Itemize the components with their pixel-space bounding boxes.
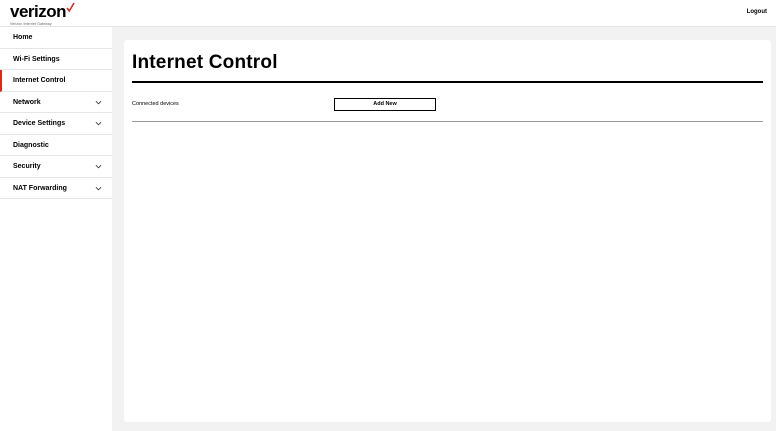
sidebar-item-label: NAT Forwarding [13, 184, 67, 192]
main-panel: Internet Control Connected devices Add N… [124, 40, 771, 422]
sidebar-item-nat-forwarding[interactable]: NAT Forwarding [0, 178, 112, 199]
sidebar-item-home[interactable]: Home [0, 27, 112, 49]
connected-devices-label: Connected devices [132, 101, 179, 107]
sidebar-nav: Home Wi-Fi Settings Internet Control Net… [0, 27, 112, 431]
logo-subtitle: Verizon Internet Gateway [10, 22, 52, 26]
sidebar-item-label: Device Settings [13, 120, 66, 127]
sidebar-item-label: Security [13, 163, 41, 170]
top-header: verizon Verizon Internet Gateway Logout [0, 0, 776, 27]
logo-wordmark: verizon [10, 2, 67, 21]
sidebar-item-internet-control[interactable]: Internet Control [0, 70, 112, 92]
chevron-down-icon [95, 164, 102, 169]
sidebar-item-diagnostic[interactable]: Diagnostic [0, 135, 112, 156]
checkmark-icon [66, 2, 75, 13]
sidebar-item-device-settings[interactable]: Device Settings [0, 113, 112, 135]
sidebar-item-label: Home [13, 34, 33, 41]
sidebar-item-security[interactable]: Security [0, 156, 112, 178]
verizon-logo[interactable]: verizon Verizon Internet Gateway [10, 2, 75, 26]
sidebar-item-label: Wi-Fi Settings [13, 55, 60, 63]
sidebar-item-wifi-settings[interactable]: Wi-Fi Settings [0, 49, 112, 70]
sidebar-item-label: Diagnostic [13, 141, 49, 149]
chevron-down-icon [95, 100, 102, 104]
chevron-down-icon [95, 186, 102, 190]
chevron-down-icon [95, 121, 102, 126]
sidebar-item-network[interactable]: Network [0, 92, 112, 113]
title-divider [132, 81, 763, 83]
logout-link[interactable]: Logout [747, 9, 767, 15]
sidebar-item-label: Network [13, 98, 41, 106]
add-new-button[interactable]: Add New [334, 98, 436, 111]
row-divider [132, 121, 763, 122]
page-title: Internet Control [132, 52, 278, 73]
sidebar-item-label: Internet Control [13, 77, 66, 84]
